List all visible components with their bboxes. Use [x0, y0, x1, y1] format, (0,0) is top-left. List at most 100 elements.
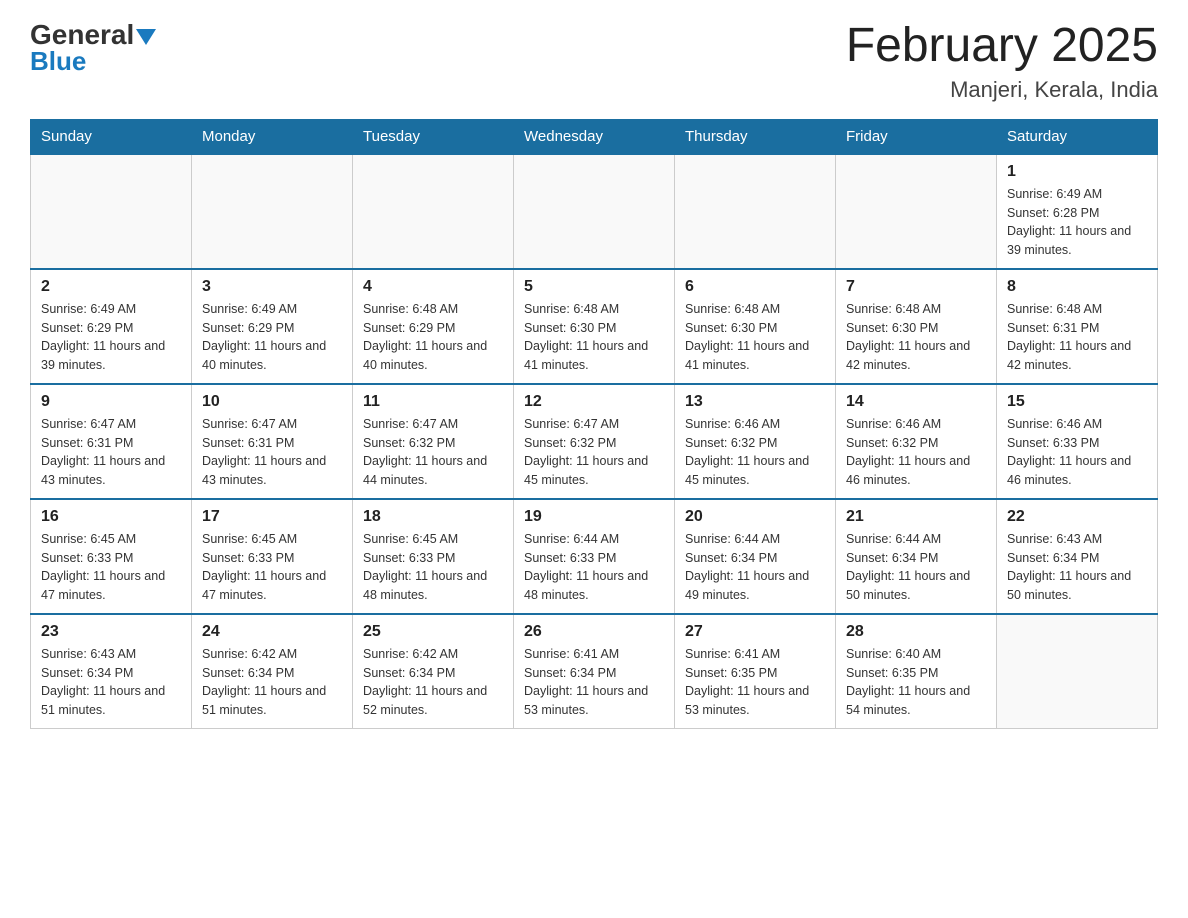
calendar-cell: 23 Sunrise: 6:43 AM Sunset: 6:34 PM Dayli… — [31, 614, 192, 729]
day-info: Sunrise: 6:44 AM Sunset: 6:34 PM Dayligh… — [685, 530, 825, 605]
calendar-cell: 28 Sunrise: 6:40 AM Sunset: 6:35 PM Dayli… — [836, 614, 997, 729]
day-number: 1 — [1007, 163, 1147, 181]
day-number: 12 — [524, 393, 664, 411]
day-info: Sunrise: 6:48 AM Sunset: 6:30 PM Dayligh… — [524, 300, 664, 375]
day-number: 9 — [41, 393, 181, 411]
day-number: 21 — [846, 508, 986, 526]
day-number: 15 — [1007, 393, 1147, 411]
calendar-cell: 9 Sunrise: 6:47 AM Sunset: 6:31 PM Daylig… — [31, 384, 192, 499]
col-wednesday: Wednesday — [514, 119, 675, 154]
calendar-cell: 8 Sunrise: 6:48 AM Sunset: 6:31 PM Daylig… — [997, 269, 1158, 384]
calendar: Sunday Monday Tuesday Wednesday Thursday… — [30, 119, 1158, 729]
week-row-3: 9 Sunrise: 6:47 AM Sunset: 6:31 PM Daylig… — [31, 384, 1158, 499]
day-info: Sunrise: 6:45 AM Sunset: 6:33 PM Dayligh… — [202, 530, 342, 605]
day-number: 2 — [41, 278, 181, 296]
day-info: Sunrise: 6:42 AM Sunset: 6:34 PM Dayligh… — [363, 645, 503, 720]
day-info: Sunrise: 6:47 AM Sunset: 6:31 PM Dayligh… — [41, 415, 181, 490]
day-info: Sunrise: 6:45 AM Sunset: 6:33 PM Dayligh… — [41, 530, 181, 605]
header: General Blue February 2025 Manjeri, Kera… — [30, 20, 1158, 103]
calendar-header-row: Sunday Monday Tuesday Wednesday Thursday… — [31, 119, 1158, 154]
col-saturday: Saturday — [997, 119, 1158, 154]
calendar-cell: 14 Sunrise: 6:46 AM Sunset: 6:32 PM Dayli… — [836, 384, 997, 499]
calendar-cell: 10 Sunrise: 6:47 AM Sunset: 6:31 PM Dayli… — [192, 384, 353, 499]
calendar-cell: 21Sunrise: 6:44 AM Sunset: 6:34 PM Dayli… — [836, 499, 997, 614]
day-info: Sunrise: 6:49 AM Sunset: 6:29 PM Dayligh… — [202, 300, 342, 375]
day-info: Sunrise: 6:41 AM Sunset: 6:34 PM Dayligh… — [524, 645, 664, 720]
day-info: Sunrise: 6:42 AM Sunset: 6:34 PM Dayligh… — [202, 645, 342, 720]
day-info: Sunrise: 6:43 AM Sunset: 6:34 PM Dayligh… — [41, 645, 181, 720]
day-number: 3 — [202, 278, 342, 296]
calendar-cell: 13 Sunrise: 6:46 AM Sunset: 6:32 PM Dayli… — [675, 384, 836, 499]
day-info: Sunrise: 6:48 AM Sunset: 6:29 PM Dayligh… — [363, 300, 503, 375]
calendar-cell — [192, 154, 353, 269]
calendar-cell: 2 Sunrise: 6:49 AM Sunset: 6:29 PM Daylig… — [31, 269, 192, 384]
day-info: Sunrise: 6:46 AM Sunset: 6:32 PM Dayligh… — [846, 415, 986, 490]
day-number: 7 — [846, 278, 986, 296]
day-number: 24 — [202, 623, 342, 641]
title-area: February 2025 Manjeri, Kerala, India — [846, 20, 1158, 103]
day-info: Sunrise: 6:41 AM Sunset: 6:35 PM Dayligh… — [685, 645, 825, 720]
week-row-1: 1 Sunrise: 6:49 AM Sunset: 6:28 PM Daylig… — [31, 154, 1158, 269]
calendar-cell — [836, 154, 997, 269]
col-thursday: Thursday — [675, 119, 836, 154]
day-number: 17 — [202, 508, 342, 526]
logo: General Blue — [30, 20, 156, 75]
calendar-cell: 11Sunrise: 6:47 AM Sunset: 6:32 PM Dayli… — [353, 384, 514, 499]
calendar-cell — [514, 154, 675, 269]
calendar-cell: 15 Sunrise: 6:46 AM Sunset: 6:33 PM Dayli… — [997, 384, 1158, 499]
day-info: Sunrise: 6:49 AM Sunset: 6:28 PM Dayligh… — [1007, 185, 1147, 260]
day-number: 22 — [1007, 508, 1147, 526]
calendar-cell: 25 Sunrise: 6:42 AM Sunset: 6:34 PM Dayli… — [353, 614, 514, 729]
day-info: Sunrise: 6:40 AM Sunset: 6:35 PM Dayligh… — [846, 645, 986, 720]
calendar-cell: 26 Sunrise: 6:41 AM Sunset: 6:34 PM Dayli… — [514, 614, 675, 729]
day-number: 14 — [846, 393, 986, 411]
day-number: 16 — [41, 508, 181, 526]
calendar-cell: 19Sunrise: 6:44 AM Sunset: 6:33 PM Dayli… — [514, 499, 675, 614]
day-number: 25 — [363, 623, 503, 641]
col-friday: Friday — [836, 119, 997, 154]
calendar-cell — [31, 154, 192, 269]
calendar-cell: 20 Sunrise: 6:44 AM Sunset: 6:34 PM Dayli… — [675, 499, 836, 614]
col-tuesday: Tuesday — [353, 119, 514, 154]
day-info: Sunrise: 6:48 AM Sunset: 6:31 PM Dayligh… — [1007, 300, 1147, 375]
day-number: 6 — [685, 278, 825, 296]
day-number: 20 — [685, 508, 825, 526]
day-info: Sunrise: 6:48 AM Sunset: 6:30 PM Dayligh… — [685, 300, 825, 375]
calendar-cell — [997, 614, 1158, 729]
day-info: Sunrise: 6:47 AM Sunset: 6:31 PM Dayligh… — [202, 415, 342, 490]
page-title: February 2025 — [846, 20, 1158, 73]
day-info: Sunrise: 6:47 AM Sunset: 6:32 PM Dayligh… — [363, 415, 503, 490]
day-number: 28 — [846, 623, 986, 641]
calendar-cell: 16 Sunrise: 6:45 AM Sunset: 6:33 PM Dayli… — [31, 499, 192, 614]
subtitle: Manjeri, Kerala, India — [846, 77, 1158, 103]
day-number: 23 — [41, 623, 181, 641]
logo-bottom: Blue — [30, 47, 156, 76]
day-info: Sunrise: 6:46 AM Sunset: 6:33 PM Dayligh… — [1007, 415, 1147, 490]
calendar-cell: 18Sunrise: 6:45 AM Sunset: 6:33 PM Dayli… — [353, 499, 514, 614]
day-number: 26 — [524, 623, 664, 641]
calendar-cell: 6 Sunrise: 6:48 AM Sunset: 6:30 PM Daylig… — [675, 269, 836, 384]
week-row-5: 23 Sunrise: 6:43 AM Sunset: 6:34 PM Dayli… — [31, 614, 1158, 729]
day-info: Sunrise: 6:46 AM Sunset: 6:32 PM Dayligh… — [685, 415, 825, 490]
calendar-cell: 17 Sunrise: 6:45 AM Sunset: 6:33 PM Dayli… — [192, 499, 353, 614]
calendar-cell — [353, 154, 514, 269]
day-number: 4 — [363, 278, 503, 296]
day-number: 10 — [202, 393, 342, 411]
calendar-cell: 1 Sunrise: 6:49 AM Sunset: 6:28 PM Daylig… — [997, 154, 1158, 269]
calendar-cell: 4 Sunrise: 6:48 AM Sunset: 6:29 PM Daylig… — [353, 269, 514, 384]
day-info: Sunrise: 6:49 AM Sunset: 6:29 PM Dayligh… — [41, 300, 181, 375]
day-number: 27 — [685, 623, 825, 641]
calendar-cell: 27 Sunrise: 6:41 AM Sunset: 6:35 PM Dayli… — [675, 614, 836, 729]
week-row-2: 2 Sunrise: 6:49 AM Sunset: 6:29 PM Daylig… — [31, 269, 1158, 384]
calendar-cell: 24 Sunrise: 6:42 AM Sunset: 6:34 PM Dayli… — [192, 614, 353, 729]
day-number: 8 — [1007, 278, 1147, 296]
calendar-cell: 3 Sunrise: 6:49 AM Sunset: 6:29 PM Daylig… — [192, 269, 353, 384]
calendar-cell: 7 Sunrise: 6:48 AM Sunset: 6:30 PM Daylig… — [836, 269, 997, 384]
day-number: 13 — [685, 393, 825, 411]
day-info: Sunrise: 6:44 AM Sunset: 6:33 PM Dayligh… — [524, 530, 664, 605]
day-info: Sunrise: 6:48 AM Sunset: 6:30 PM Dayligh… — [846, 300, 986, 375]
logo-triangle-icon — [136, 29, 156, 45]
calendar-cell: 12Sunrise: 6:47 AM Sunset: 6:32 PM Dayli… — [514, 384, 675, 499]
day-info: Sunrise: 6:45 AM Sunset: 6:33 PM Dayligh… — [363, 530, 503, 605]
col-monday: Monday — [192, 119, 353, 154]
